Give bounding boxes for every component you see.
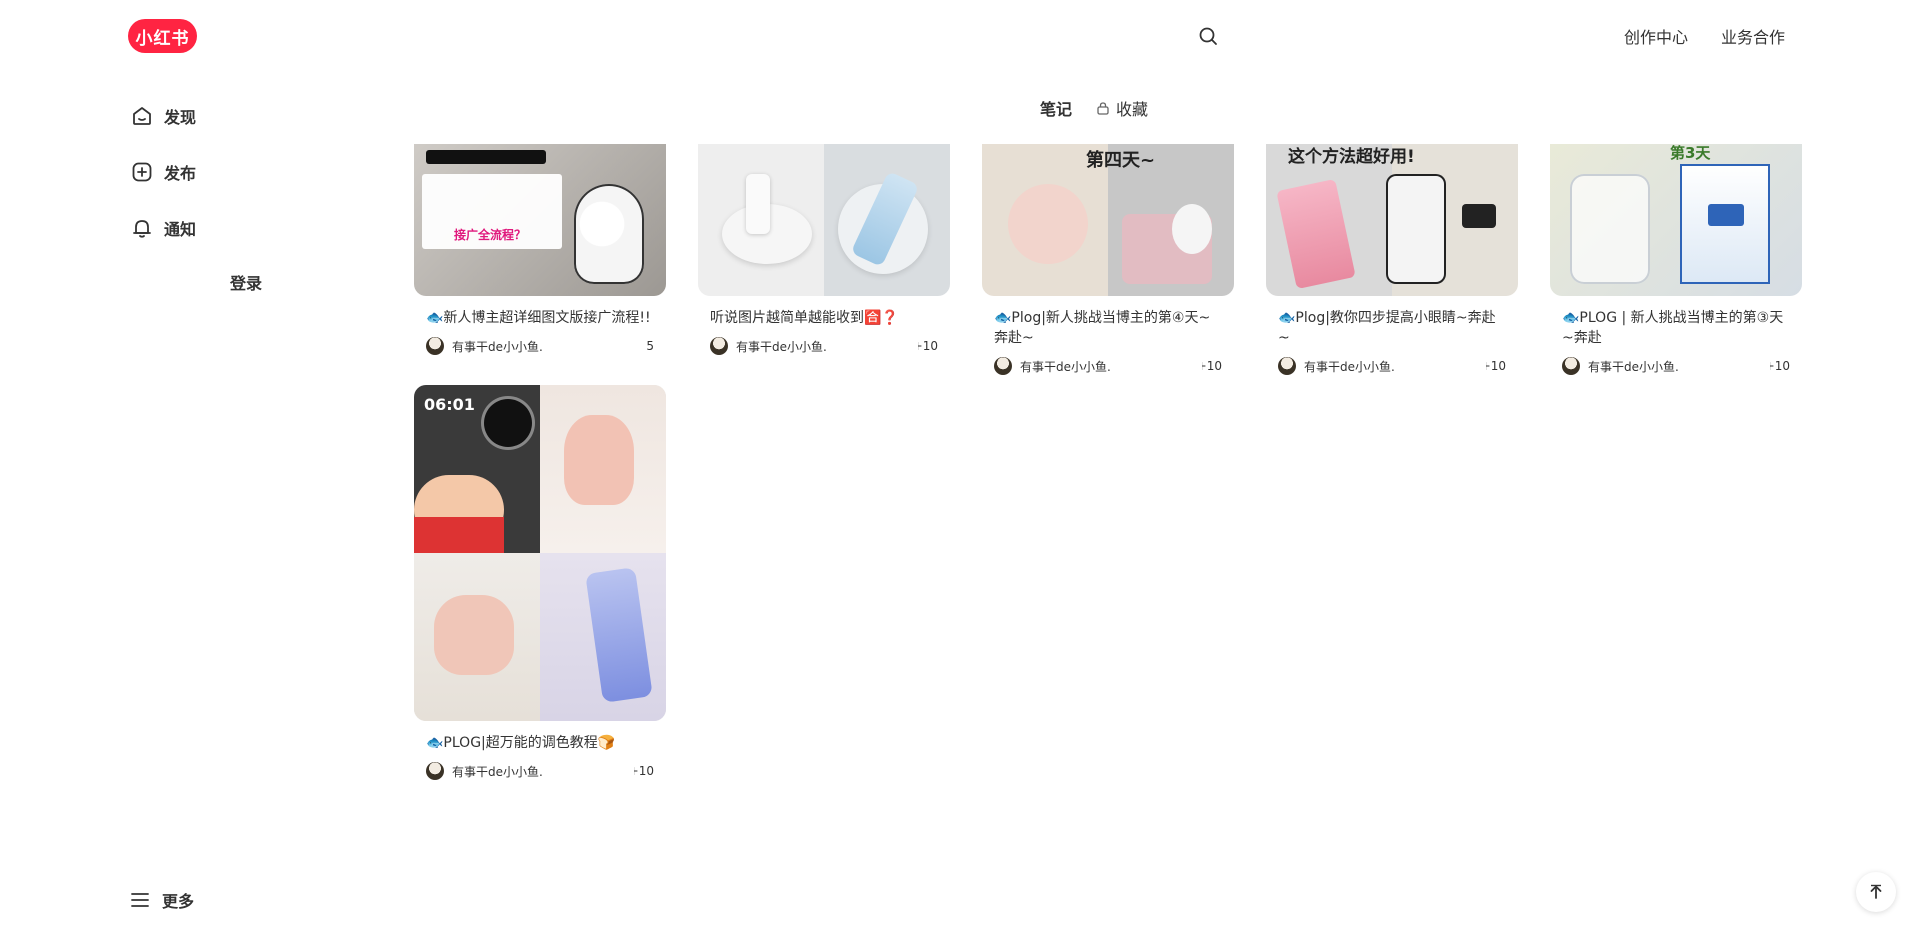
like-count[interactable]: 10+ — [634, 764, 654, 778]
author-name[interactable]: 有事干de小小鱼. — [1304, 358, 1486, 375]
note-card[interactable]: 听说图片越简单越能收到🈴❓ 有事干de小小鱼. 10+ — [698, 144, 950, 356]
note-card[interactable]: 第3天 🐟PLOG | 新人挑战当博主的第③天~奔赴 有事干de小小鱼. 10+ — [1550, 144, 1802, 376]
top-bar: 小红书 创作中心 业务合作 — [0, 0, 1920, 72]
tab-label: 收藏 — [1116, 100, 1149, 119]
tab-collections[interactable]: 收藏 — [1096, 96, 1148, 120]
avatar[interactable] — [1562, 357, 1580, 375]
note-cover-image[interactable] — [698, 144, 950, 296]
cover-overlay-text: 第四天~ — [1086, 150, 1156, 171]
like-count[interactable]: 10+ — [1486, 359, 1506, 373]
note-meta: 有事干de小小鱼. 10+ — [698, 336, 950, 356]
author-name[interactable]: 有事干de小小鱼. — [1020, 358, 1202, 375]
note-title[interactable]: 🐟Plog|新人挑战当博主的第④天~奔赴~ — [982, 308, 1234, 348]
note-card[interactable]: 第四天~ 🐟Plog|新人挑战当博主的第④天~奔赴~ 有事干de小小鱼. 10+ — [982, 144, 1234, 376]
avatar[interactable] — [426, 337, 444, 355]
more-menu-button[interactable]: 更多 — [128, 888, 194, 912]
lock-icon — [1096, 101, 1110, 115]
avatar[interactable] — [710, 337, 728, 355]
profile-tabs: 笔记 收藏 — [1040, 96, 1148, 120]
note-meta: 有事干de小小鱼. 10+ — [414, 761, 666, 781]
author-name[interactable]: 有事干de小小鱼. — [452, 763, 634, 780]
back-to-top-button[interactable] — [1856, 872, 1896, 912]
like-count[interactable]: 5 — [634, 339, 654, 353]
note-meta: 有事干de小小鱼. 10+ — [1266, 356, 1518, 376]
notes-feed: 接广全流程？ 🐟新人博主超详细图文版接广流程!! 有事干de小小鱼. 5 听说图… — [0, 144, 1920, 884]
note-meta: 有事干de小小鱼. 10+ — [982, 356, 1234, 376]
note-title[interactable]: 🐟Plog|教你四步提高小眼睛~奔赴~ — [1266, 308, 1518, 348]
note-cover-image[interactable]: 第3天 — [1550, 144, 1802, 296]
avatar[interactable] — [1278, 357, 1296, 375]
note-cover-image[interactable]: 这个方法超好用! — [1266, 144, 1518, 296]
note-title[interactable]: 听说图片越简单越能收到🈴❓ — [698, 308, 950, 328]
note-cover-image[interactable]: 第四天~ — [982, 144, 1234, 296]
business-link[interactable]: 业务合作 — [1721, 24, 1785, 48]
like-count[interactable]: 10+ — [1770, 359, 1790, 373]
like-count[interactable]: 10+ — [918, 339, 938, 353]
logo[interactable]: 小红书 — [128, 19, 197, 53]
note-cover-image[interactable]: 接广全流程？ — [414, 144, 666, 296]
note-title[interactable]: 🐟PLOG|超万能的调色教程🍞 — [414, 733, 666, 753]
menu-icon — [128, 888, 152, 912]
like-count[interactable]: 10+ — [1202, 359, 1222, 373]
sidebar-item-discover[interactable]: 发现 — [128, 96, 358, 136]
tab-notes[interactable]: 笔记 — [1040, 96, 1072, 120]
avatar[interactable] — [426, 762, 444, 780]
search-icon[interactable] — [1196, 24, 1220, 48]
note-card[interactable]: 这个方法超好用! 🐟Plog|教你四步提高小眼睛~奔赴~ 有事干de小小鱼. 1… — [1266, 144, 1518, 376]
note-meta: 有事干de小小鱼. 10+ — [1550, 356, 1802, 376]
note-card[interactable]: 接广全流程？ 🐟新人博主超详细图文版接广流程!! 有事干de小小鱼. 5 — [414, 144, 666, 356]
tab-label: 笔记 — [1040, 100, 1073, 119]
sidebar-item-label: 发现 — [164, 108, 197, 127]
cover-overlay-text: 06:01 — [424, 395, 475, 414]
author-name[interactable]: 有事干de小小鱼. — [1588, 358, 1770, 375]
avatar[interactable] — [994, 357, 1012, 375]
cover-overlay-text: 接广全流程？ — [454, 228, 527, 242]
more-label: 更多 — [162, 892, 195, 911]
author-name[interactable]: 有事干de小小鱼. — [452, 338, 634, 355]
cover-overlay-text: 这个方法超好用! — [1288, 147, 1415, 167]
note-card[interactable]: 06:01 🐟PLOG|超万能的调色教程🍞 有事干de小小鱼. 10+ — [414, 385, 666, 781]
note-meta: 有事干de小小鱼. 5 — [414, 336, 666, 356]
note-title[interactable]: 🐟PLOG | 新人挑战当博主的第③天~奔赴 — [1550, 308, 1802, 348]
creator-center-link[interactable]: 创作中心 — [1624, 24, 1688, 48]
cover-overlay-text: 第3天 — [1670, 144, 1711, 162]
arrow-up-icon — [1868, 884, 1884, 900]
note-title[interactable]: 🐟新人博主超详细图文版接广流程!! — [414, 308, 666, 328]
discover-icon — [130, 104, 154, 128]
note-cover-image[interactable]: 06:01 — [414, 385, 666, 721]
author-name[interactable]: 有事干de小小鱼. — [736, 338, 918, 355]
